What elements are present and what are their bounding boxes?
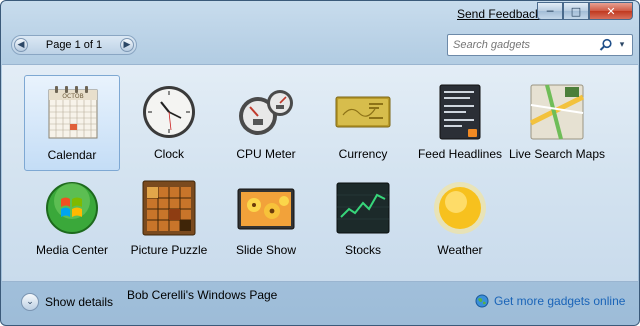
page-label: Page 1 of 1 — [45, 39, 103, 51]
gadget-label: CPU Meter — [236, 147, 296, 161]
search-box: ▾ — [447, 34, 633, 56]
gadget-label: Stocks — [344, 243, 381, 257]
slide-show-icon — [237, 188, 295, 230]
caption-buttons: ─ □ ✕ — [537, 2, 633, 20]
show-details-label: Show details — [45, 295, 114, 309]
calendar-month-text: OCTOB — [62, 93, 83, 100]
gadget-stocks[interactable]: Stocks — [315, 171, 411, 267]
search-icon[interactable] — [599, 38, 613, 52]
chevron-right-icon: ▶ — [123, 40, 131, 50]
search-options-dropdown[interactable]: ▾ — [613, 40, 631, 50]
gadget-live-search-maps[interactable]: Live Search Maps — [509, 75, 605, 171]
page-navigator: ◀ Page 1 of 1 ▶ — [11, 35, 137, 55]
globe-icon — [475, 294, 489, 308]
clock-icon — [143, 86, 195, 138]
gadget-label: Calendar — [47, 148, 97, 162]
search-input[interactable] — [448, 38, 595, 52]
gadget-slide-show[interactable]: Slide Show — [218, 171, 314, 267]
gadget-label: Clock — [153, 147, 184, 161]
gadget-grid: OCTOB Calendar Clock CPU Meter Currency … — [2, 64, 638, 282]
feed-headlines-icon — [439, 84, 481, 140]
maximize-button[interactable]: □ — [563, 2, 589, 20]
gadget-label: Weather — [437, 243, 483, 257]
gadget-label: Slide Show — [235, 243, 297, 257]
close-icon: ✕ — [606, 4, 616, 18]
gadget-gallery-window: Send Feedback ─ □ ✕ ◀ Page 1 of 1 ▶ ▾ OC… — [0, 0, 640, 326]
calendar-icon: OCTOB — [48, 86, 98, 139]
gadget-media-center[interactable]: Media Center — [24, 171, 120, 267]
gadget-weather[interactable]: Weather — [412, 171, 508, 267]
get-more-gadgets-link[interactable]: Get more gadgets online — [475, 294, 625, 308]
cpu-meter-icon — [239, 90, 293, 135]
picture-puzzle-icon — [142, 180, 196, 236]
gadget-picture-puzzle[interactable]: Picture Puzzle — [121, 171, 217, 267]
stocks-icon — [336, 182, 390, 234]
minimize-icon: ─ — [546, 4, 554, 18]
gadget-clock[interactable]: Clock — [121, 75, 217, 171]
chevron-down-icon[interactable]: ⌄ — [21, 293, 39, 311]
minimize-button[interactable]: ─ — [537, 2, 563, 20]
gadget-calendar[interactable]: OCTOB Calendar — [24, 75, 120, 171]
weather-icon — [434, 182, 486, 234]
owner-caption: Bob Cerelli's Windows Page — [127, 288, 278, 302]
gadget-currency[interactable]: Currency — [315, 75, 411, 171]
next-page-button[interactable]: ▶ — [120, 38, 134, 52]
close-button[interactable]: ✕ — [589, 2, 633, 20]
chevron-left-icon: ◀ — [17, 40, 25, 50]
gadget-label: Currency — [338, 147, 388, 161]
show-details-toggle[interactable]: ⌄ Show details — [21, 293, 113, 311]
get-more-gadgets-text: Get more gadgets online — [494, 294, 626, 308]
maximize-icon: □ — [570, 4, 582, 18]
gadget-label: Media Center — [35, 243, 109, 257]
media-center-icon — [46, 182, 98, 234]
previous-page-button[interactable]: ◀ — [14, 38, 28, 52]
gadget-label: Live Search Maps — [508, 147, 606, 161]
gadget-feed-headlines[interactable]: Feed Headlines — [412, 75, 508, 171]
send-feedback-link[interactable]: Send Feedback — [457, 7, 541, 21]
gadget-label: Picture Puzzle — [130, 243, 208, 257]
gadget-label: Feed Headlines — [417, 147, 503, 161]
details-bar: ⌄ Show details Bob Cerelli's Windows Pag… — [1, 281, 639, 325]
gadget-cpu-meter[interactable]: CPU Meter — [218, 75, 314, 171]
map-icon — [529, 84, 585, 140]
currency-icon — [335, 96, 391, 128]
